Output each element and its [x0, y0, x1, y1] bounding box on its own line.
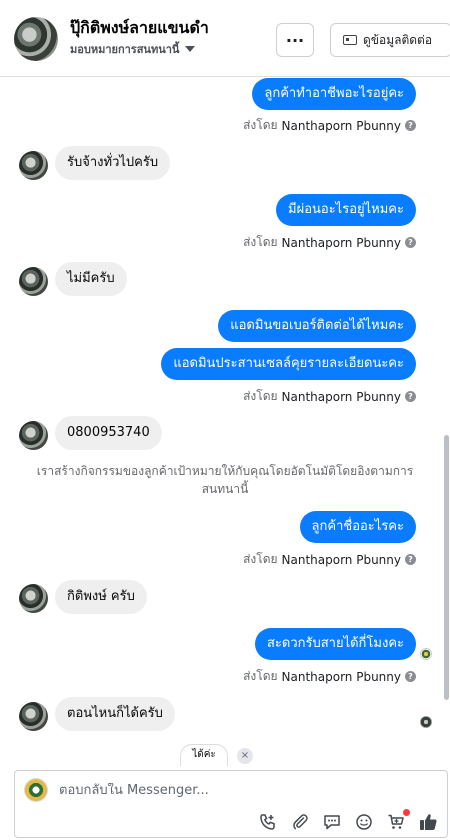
message-thread[interactable]: ลูกค้าทำอาชีพอะไรอยู่คะ ส่งโดย Nanthapor…: [0, 78, 450, 768]
page-read-receipt: [420, 648, 432, 660]
assign-conversation-label: มอบหมายการสนทนานี้: [70, 43, 180, 56]
sent-by-line: ส่งโดย Nanthaporn Pbunny ?: [243, 550, 416, 569]
sent-by-prefix: ส่งโดย: [243, 552, 278, 566]
help-icon[interactable]: ?: [405, 120, 416, 131]
sent-by-line: ส่งโดย Nanthaporn Pbunny ?: [243, 233, 416, 252]
contact-avatar-small[interactable]: [19, 584, 48, 613]
conversation-header: ปุ๊กิติพงษ์ลายแขนดำ มอบหมายการสนทนานี้ ·…: [0, 0, 450, 77]
help-icon[interactable]: ?: [405, 237, 416, 248]
outgoing-message[interactable]: ลูกค้าทำอาชีพอะไรอยู่คะ: [252, 78, 416, 110]
attachment-icon[interactable]: [289, 811, 311, 833]
sender-name: Nanthaporn Pbunny: [281, 669, 401, 684]
sent-by-line: ส่งโดย Nanthaporn Pbunny ?: [243, 667, 416, 686]
sender-name: Nanthaporn Pbunny: [281, 118, 401, 133]
outgoing-message[interactable]: มีผ่อนอะไรอยู่ไหมคะ: [276, 194, 416, 226]
reply-input[interactable]: [59, 783, 359, 798]
phone-plus-icon[interactable]: [257, 811, 279, 833]
outgoing-message[interactable]: แอดมินประสานเซลล์คุยรายละเอียดนะคะ: [161, 348, 416, 380]
page-avatar: [24, 778, 48, 802]
contact-avatar[interactable]: [14, 17, 58, 61]
contact-avatar-small[interactable]: [19, 421, 48, 450]
contact-avatar-small[interactable]: [19, 702, 48, 731]
shop-cart-icon[interactable]: [385, 809, 410, 833]
emoji-icon[interactable]: [353, 811, 375, 833]
contact-card-icon: [343, 35, 357, 45]
contact-name[interactable]: ปุ๊กิติพงษ์ลายแขนดำ: [70, 16, 209, 41]
more-options-button[interactable]: ···: [276, 23, 314, 57]
outgoing-message[interactable]: สะดวกรับสายได้กี่โมงคะ: [254, 628, 416, 660]
message-composer: [14, 770, 448, 838]
sender-name: Nanthaporn Pbunny: [281, 235, 401, 250]
contact-avatar-small[interactable]: [19, 151, 48, 180]
incoming-message[interactable]: กิติพงษ์ ครับ: [55, 580, 147, 614]
contact-avatar-small[interactable]: [19, 267, 48, 296]
sent-by-prefix: ส่งโดย: [243, 389, 278, 403]
sent-by-prefix: ส่งโดย: [243, 118, 278, 132]
outgoing-message[interactable]: ลูกค้าชื่ออะไรคะ: [299, 511, 416, 543]
saved-reply-icon[interactable]: [321, 811, 343, 833]
contact-read-receipt: [420, 716, 432, 728]
sent-by-line: ส่งโดย Nanthaporn Pbunny ?: [243, 387, 416, 406]
sender-name: Nanthaporn Pbunny: [281, 552, 401, 567]
incoming-message[interactable]: รับจ้างทั่วไปครับ: [55, 146, 171, 180]
help-icon[interactable]: ?: [405, 391, 416, 402]
caret-down-icon: [185, 46, 196, 52]
incoming-message[interactable]: ไม่มีครับ: [55, 262, 127, 296]
sent-by-prefix: ส่งโดย: [243, 669, 278, 683]
assign-conversation-dropdown[interactable]: มอบหมายการสนทนานี้: [70, 40, 196, 58]
like-icon[interactable]: [417, 811, 439, 833]
system-note: เราสร้างกิจกรรมของลูกค้าเป้าหมายให้กับคุ…: [36, 464, 414, 496]
help-icon[interactable]: ?: [405, 554, 416, 565]
scrollbar-thumb[interactable]: [444, 435, 449, 700]
incoming-message[interactable]: ตอนไหนก็ได้ครับ: [55, 697, 175, 731]
outgoing-message[interactable]: แอดมินขอเบอร์ติดต่อได้ไหมคะ: [218, 310, 416, 342]
view-contact-label: ดูข้อมูลติดต่อ: [363, 32, 433, 47]
sender-name: Nanthaporn Pbunny: [281, 389, 401, 404]
help-icon[interactable]: ?: [405, 671, 416, 682]
quick-reply-chip[interactable]: ได้ค่ะ: [180, 744, 228, 766]
sent-by-line: ส่งโดย Nanthaporn Pbunny ?: [243, 116, 416, 135]
incoming-message[interactable]: 0800953740: [55, 416, 162, 450]
close-icon[interactable]: ×: [237, 748, 253, 764]
sent-by-prefix: ส่งโดย: [243, 235, 278, 249]
notification-dot: [403, 809, 410, 816]
view-contact-button[interactable]: ดูข้อมูลติดต่อ: [330, 23, 450, 57]
